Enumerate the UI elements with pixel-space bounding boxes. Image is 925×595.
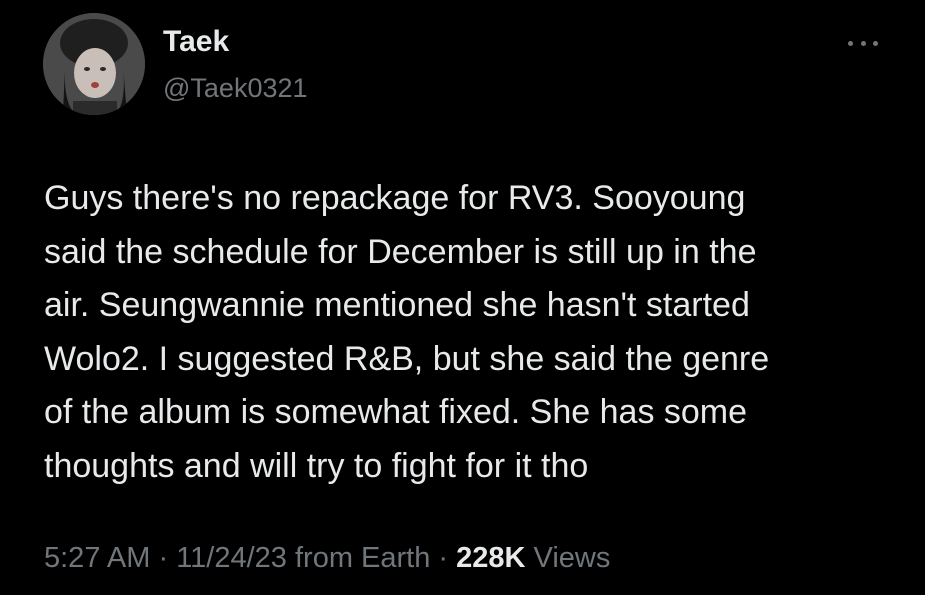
profile-photo-image bbox=[43, 13, 145, 115]
views-label: Views bbox=[533, 542, 611, 574]
tweet-meta: 5:27 AM · 11/24/23 from Earth · 228K Vie… bbox=[44, 538, 610, 578]
views-count[interactable]: 228K bbox=[456, 542, 525, 574]
tweet-text: Guys there's no repackage for RV3. Sooyo… bbox=[44, 179, 770, 485]
tweet-time[interactable]: 5:27 AM bbox=[44, 542, 150, 574]
display-name[interactable]: Taek bbox=[163, 22, 229, 62]
more-horizontal-icon bbox=[848, 40, 853, 46]
more-options-button[interactable] bbox=[842, 32, 884, 54]
tweet-source: from Earth bbox=[294, 542, 431, 574]
meta-separator: · bbox=[150, 542, 177, 574]
avatar[interactable] bbox=[43, 13, 145, 115]
user-handle[interactable]: @Taek0321 bbox=[163, 70, 308, 106]
meta-separator: · bbox=[430, 542, 457, 574]
more-horizontal-icon-dot bbox=[873, 40, 878, 46]
more-horizontal-icon-dot bbox=[860, 40, 866, 46]
tweet-date[interactable]: 11/24/23 bbox=[176, 542, 287, 574]
